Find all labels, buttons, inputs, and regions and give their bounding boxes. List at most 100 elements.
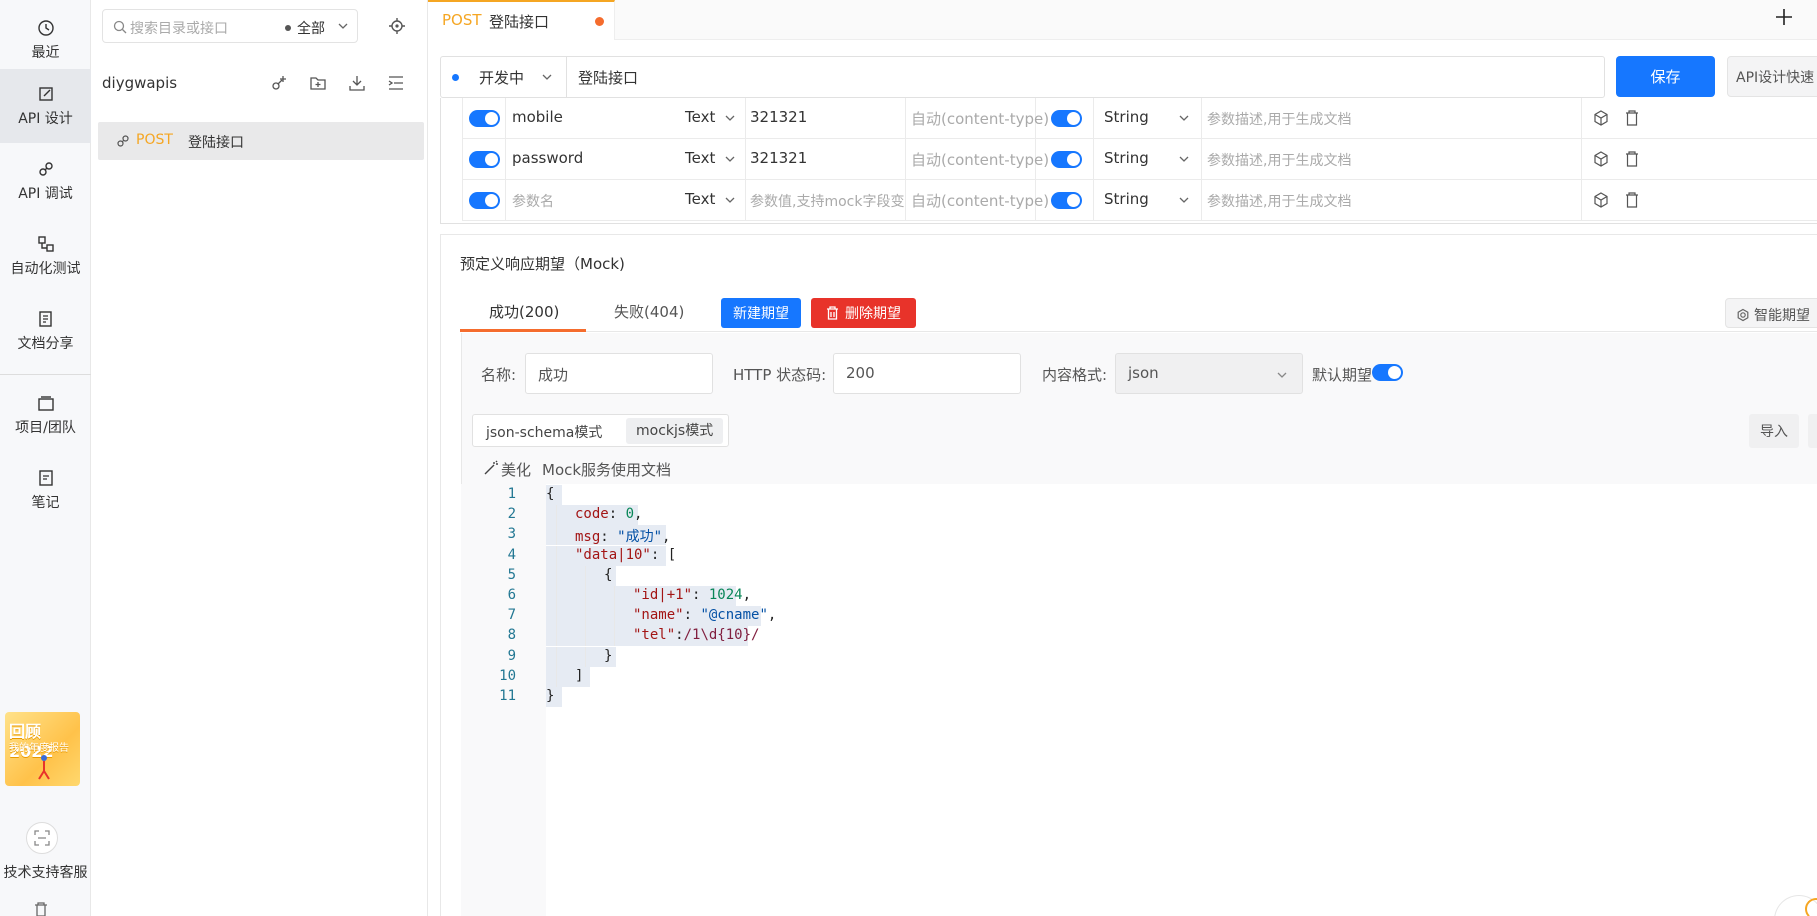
- beautify-button[interactable]: 美化: [501, 459, 531, 480]
- more-button[interactable]: [1808, 414, 1817, 448]
- rail-item-automation[interactable]: 自动化测试: [0, 219, 91, 293]
- mode-json-schema[interactable]: json-schema模式: [486, 422, 602, 442]
- trash-icon: [827, 306, 838, 320]
- rail-item-projects[interactable]: 项目/团队: [0, 378, 91, 452]
- value-cell[interactable]: 321321: [746, 98, 906, 138]
- search-input[interactable]: 搜索目录或接口: [130, 18, 228, 38]
- figure-illustration: [38, 755, 50, 780]
- delete-row-icon[interactable]: [1625, 151, 1639, 167]
- new-expectation-button[interactable]: 新建期望: [721, 298, 801, 328]
- tab-fail[interactable]: 失败(404): [614, 301, 684, 322]
- desc-cell[interactable]: 参数描述,用于生成文档: [1202, 180, 1582, 220]
- tab-login-api[interactable]: POST 登陆接口: [428, 0, 615, 40]
- content-format-select[interactable]: json: [1115, 353, 1303, 394]
- param-required-toggle[interactable]: [1051, 192, 1082, 209]
- param-required-toggle[interactable]: [1051, 151, 1082, 168]
- chevron-down-icon: [1277, 372, 1287, 378]
- http-status-value: 200: [846, 364, 875, 382]
- new-folder-icon[interactable]: [309, 74, 327, 92]
- rail-label: 文档分享: [17, 335, 74, 352]
- indent-guide: [585, 565, 586, 586]
- status-select[interactable]: 开发中: [479, 67, 524, 88]
- code-editor[interactable]: 1 2 3 4 5 6 7 8 9 10 11 {code: 0, msg: "成功", "data|1…: [461, 484, 1817, 916]
- http-status-input[interactable]: 200: [833, 353, 1021, 394]
- mock-cube-icon[interactable]: [1593, 192, 1609, 208]
- gear-icon: [1737, 308, 1749, 322]
- tree-item-api[interactable]: POST 登陆接口: [98, 122, 424, 160]
- support-button[interactable]: [26, 822, 58, 854]
- scope-select[interactable]: 全部: [297, 18, 325, 38]
- api-fast-button[interactable]: API设计快速: [1727, 56, 1817, 97]
- expectation-name-input[interactable]: 成功: [525, 353, 713, 394]
- save-button[interactable]: 保存: [1616, 56, 1715, 97]
- content-type-cell[interactable]: 自动(content-type): [906, 180, 1049, 220]
- mock-cube-icon[interactable]: [1593, 151, 1609, 167]
- indent-guide: [556, 545, 557, 566]
- tree-search[interactable]: 搜索目录或接口 全部: [102, 9, 358, 43]
- data-type-cell[interactable]: String: [1094, 180, 1202, 220]
- smart-label: 智能期望: [1754, 308, 1810, 324]
- value-cell[interactable]: 321321: [746, 139, 906, 179]
- api-tree-panel: 搜索目录或接口 全部 diygwapis POST 登陆接口: [91, 0, 428, 916]
- mock-cube-icon[interactable]: [1593, 110, 1609, 126]
- delete-row-icon[interactable]: [1625, 192, 1639, 208]
- rail-label: 最近: [31, 44, 60, 61]
- tab-method: POST: [442, 11, 482, 29]
- rail-item-api-design[interactable]: API 设计: [0, 69, 91, 143]
- desc-cell[interactable]: 参数描述,用于生成文档: [1202, 139, 1582, 179]
- param-required-toggle[interactable]: [1051, 110, 1082, 127]
- annual-report-banner[interactable]: 回顾2022 我的年度报告: [5, 712, 80, 786]
- param-enable-toggle[interactable]: [469, 110, 500, 127]
- enable-cell: [463, 180, 506, 220]
- param-row: password Text 321321 自动(content-type) String…: [462, 139, 1817, 180]
- nav-rail: 最近 API 设计 API 调试 自动化测试 文档分享 项目/团队 笔记 回顾2: [0, 0, 91, 916]
- param-enable-toggle[interactable]: [469, 192, 500, 209]
- data-type-cell[interactable]: String: [1094, 139, 1202, 179]
- smart-expectation-button[interactable]: 智能期望: [1725, 298, 1817, 328]
- divider: [566, 57, 567, 97]
- param-type[interactable]: Text: [685, 149, 715, 167]
- collapse-icon[interactable]: [387, 74, 405, 92]
- mode-mockjs[interactable]: mockjs模式: [626, 418, 724, 444]
- trash-icon[interactable]: [33, 902, 49, 916]
- rail-item-doc-share[interactable]: 文档分享: [0, 294, 91, 368]
- rail-label: 自动化测试: [10, 260, 81, 277]
- import-button[interactable]: 导入: [1749, 414, 1799, 448]
- name-cell[interactable]: 参数名 Text: [506, 180, 746, 220]
- content-type-cell[interactable]: 自动(content-type): [906, 139, 1049, 179]
- tab-name: 登陆接口: [489, 13, 550, 31]
- data-type-cell[interactable]: String: [1094, 98, 1202, 138]
- default-expectation-toggle[interactable]: [1372, 364, 1403, 381]
- rail-item-recent[interactable]: 最近: [0, 3, 91, 77]
- rail-divider: [0, 374, 91, 375]
- desc-cell[interactable]: 参数描述,用于生成文档: [1202, 98, 1582, 138]
- locate-icon[interactable]: [388, 17, 406, 35]
- content-type-cell[interactable]: 自动(content-type): [906, 98, 1049, 138]
- unsaved-dot[interactable]: [595, 17, 604, 26]
- api-name-input[interactable]: 登陆接口: [578, 67, 638, 88]
- param-name: 参数名: [512, 194, 554, 210]
- rail-item-notes[interactable]: 笔记: [0, 453, 91, 527]
- name-cell[interactable]: password Text: [506, 139, 746, 179]
- delete-row-icon[interactable]: [1625, 110, 1639, 126]
- name-cell[interactable]: mobile Text: [506, 98, 746, 138]
- new-api-icon[interactable]: [270, 74, 288, 92]
- param-name: mobile: [512, 108, 563, 126]
- add-tab-icon[interactable]: [1773, 6, 1795, 28]
- rail-item-api-debug[interactable]: API 调试: [0, 144, 91, 218]
- param-type[interactable]: Text: [685, 190, 715, 208]
- delete-expectation-button[interactable]: 删除期望: [811, 298, 916, 328]
- tab-success[interactable]: 成功(200): [489, 301, 559, 322]
- http-status-label: HTTP 状态码:: [733, 366, 827, 384]
- value-cell[interactable]: 参数值,支持mock字段变: [746, 180, 906, 220]
- code-line: {: [546, 486, 555, 502]
- folders-icon: [37, 395, 54, 411]
- param-value: 321321: [750, 108, 808, 126]
- param-type[interactable]: Text: [685, 108, 715, 126]
- chevron-down-icon: [1179, 197, 1189, 203]
- indent-guide: [556, 646, 557, 667]
- param-enable-toggle[interactable]: [469, 151, 500, 168]
- import-icon[interactable]: [348, 74, 366, 92]
- mock-doc-link[interactable]: Mock服务使用文档: [542, 459, 671, 480]
- rail-label: 项目/团队: [15, 419, 76, 436]
